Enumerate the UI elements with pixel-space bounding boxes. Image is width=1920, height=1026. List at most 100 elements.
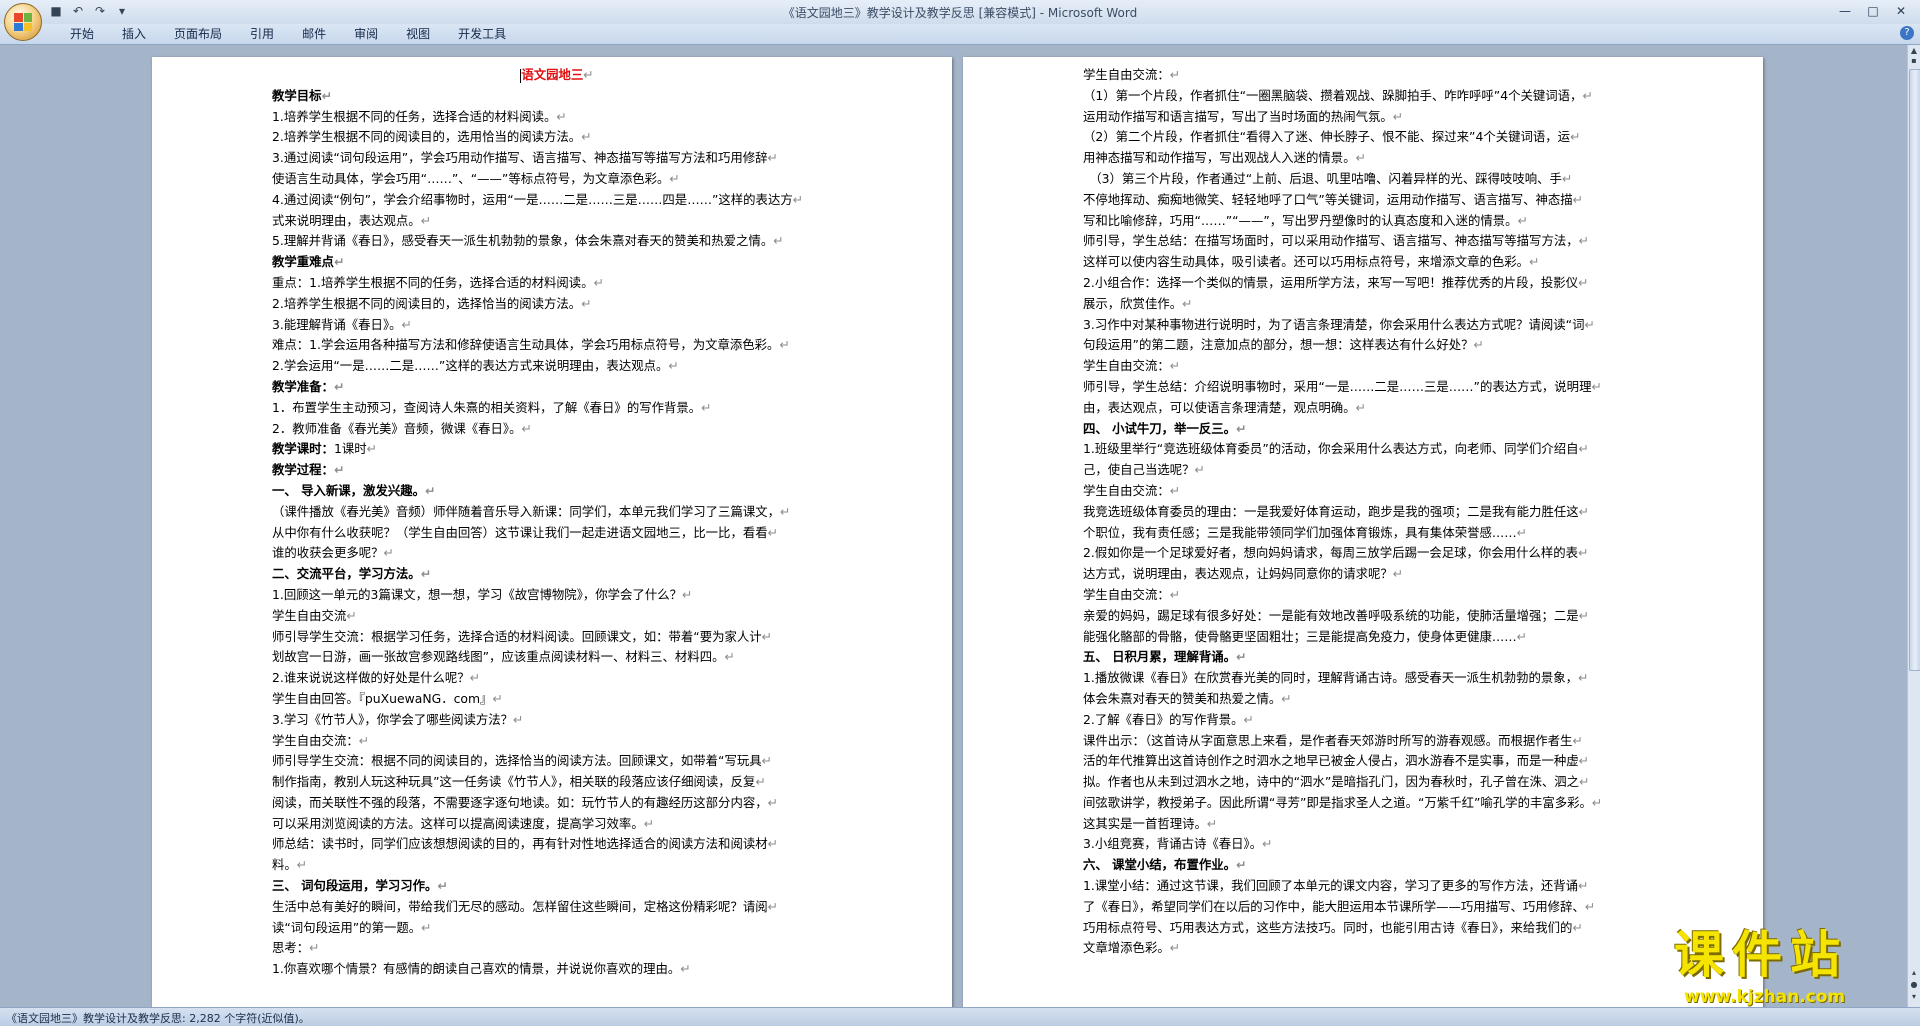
line-text: 这其实是一首哲理诗。: [1083, 815, 1207, 831]
line-text: 师引导，学生总结：在描写场面时，可以采用动作描写、语言描写、神态描写等描写方法，: [1083, 233, 1579, 249]
ruler-toggle-icon[interactable]: ▪: [1909, 55, 1919, 67]
vertical-scrollbar[interactable]: ▲ ▪ ▴ ● ▾: [1907, 45, 1920, 1007]
paragraph-mark-icon: ↵: [1355, 150, 1366, 166]
text-line: 2.学会运用“一是……二是……”这样的表达方式来说明理由，表达观点。↵: [272, 356, 842, 377]
ribbon-tab[interactable]: 开发工具: [444, 26, 520, 42]
text-line: 由，表达观点，可以使语言条理清楚，观点明确。↵: [1083, 398, 1653, 419]
text-line: 阅读，而关联性不强的段落，不需要逐字逐句地读。如：玩竹节人的有趣经历这部分内容，…: [272, 793, 842, 814]
line-text: 1.回顾这一单元的3篇课文，想一想，学习《故宫博物院》，你学会了什么？: [272, 586, 683, 602]
paragraph-mark-icon: ↵: [1206, 815, 1218, 831]
paragraph-mark-icon: ↵: [421, 919, 432, 935]
paragraph-mark-icon: ↵: [581, 295, 592, 311]
line-text: 我竞选班级体育委员的理由：一是我爱好体育运动，跑步是我的强项；二是我有能力胜任这: [1083, 503, 1579, 519]
paragraph-mark-icon: ↵: [1579, 774, 1590, 790]
line-text: 思考：: [272, 940, 310, 956]
document-page-left[interactable]: 语文园地三↵ 教学目标↵ 1.培养学生根据不同的任务，选择合适的材料阅读。↵ 2.培养…: [152, 57, 952, 1007]
text-line: 运用动作描写和语言描写，写出了当时场面的热闹气氛。↵: [1083, 107, 1653, 128]
page-content-left: 语文园地三↵ 教学目标↵ 1.培养学生根据不同的任务，选择合适的材料阅读。↵ 2.培养…: [272, 65, 842, 980]
text-line: 拟。作者也从未到过泗水之地，诗中的“泗水”是暗指孔门，因为春秋时，孔子曾在洙、泗…: [1083, 772, 1653, 793]
next-page-icon[interactable]: ▾: [1909, 991, 1919, 1003]
previous-page-icon[interactable]: ▴: [1909, 967, 1919, 979]
paragraph-mark-icon: ↵: [1182, 295, 1193, 311]
ribbon-tab[interactable]: 开始: [56, 26, 108, 42]
paragraph-mark-icon: ↵: [643, 815, 655, 831]
browse-object-icon[interactable]: ●: [1909, 979, 1919, 991]
help-icon[interactable]: ?: [1900, 26, 1914, 40]
text-line: 1.你喜欢哪个情景？有感情的朗读自己喜欢的情景，并说说你喜欢的理由。↵: [272, 959, 842, 980]
document-area[interactable]: 语文园地三↵ 教学目标↵ 1.培养学生根据不同的任务，选择合适的材料阅读。↵ 2.培养…: [0, 45, 1908, 1007]
paragraph-mark-icon: ↵: [1262, 836, 1273, 852]
close-button[interactable]: ✕: [1888, 2, 1914, 20]
line-text: 能强化骼部的骨骼，使骨骼更坚固粗壮；三是能提高免疫力，使身体更健康……: [1083, 628, 1517, 644]
text-line: 课件出示：（这首诗从字面意思上来看，是作者春天郊游时所写的游春观感。而根据作者生…: [1083, 731, 1653, 752]
ribbon-tab[interactable]: 审阅: [340, 26, 392, 42]
line-text: 1.培养学生根据不同的任务，选择合适的材料阅读。: [272, 108, 557, 124]
paragraph-mark-icon: ↵: [358, 732, 370, 748]
text-line: 使语言生动具体，学会巧用“……”、“——”等标点符号，为文章添色彩。↵: [272, 169, 842, 190]
text-line: 学生自由交流：↵: [272, 731, 842, 752]
line-text: 式来说明理由，表达观点。: [272, 212, 421, 228]
maximize-button[interactable]: □: [1860, 2, 1886, 20]
text-line: （课件播放《春光美》音频）师伴随着音乐导入新课：同学们，本单元我们学习了三篇课文…: [272, 502, 842, 523]
watermark-title: 课件站: [1674, 926, 1848, 984]
line-text: 1.班级里举行“竞选班级体育委员”的活动，你会采用什么表达方式，向老师、同学们介…: [1083, 441, 1579, 457]
minimize-button[interactable]: —: [1832, 2, 1858, 20]
text-line: 能强化骼部的骨骼，使骨骼更坚固粗壮；三是能提高免疫力，使身体更健康……↵: [1083, 627, 1653, 648]
paragraph-mark-icon: ↵: [1236, 857, 1247, 873]
heading-line: 六、 课堂小结，布置作业。↵: [1083, 855, 1653, 876]
line-text: 难点：1.学会运用各种描写方法和修辞使语言生动具体，学会巧用标点符号，为文章添色…: [272, 337, 780, 353]
paragraph-mark-icon: ↵: [593, 274, 604, 290]
line-text: 2.培养学生根据不同的阅读目的，选用恰当的阅读方法。: [272, 129, 582, 145]
paragraph-mark-icon: ↵: [1578, 753, 1590, 769]
paragraph-mark-icon: ↵: [321, 87, 332, 103]
status-bar: 《语文园地三》教学设计及教学反思: 2,282 个字符(近似值)。: [0, 1007, 1920, 1026]
document-page-right[interactable]: 学生自由交流：↵ （1）第一个片段，作者抓住“一圈黑脑袋、攒着观战、跺脚拍手、咋咋…: [963, 57, 1763, 1007]
paragraph-mark-icon: ↵: [1584, 316, 1595, 332]
ribbon-tab[interactable]: 引用: [236, 26, 288, 42]
paragraph-mark-icon: ↵: [581, 129, 592, 145]
paragraph-mark-icon: ↵: [296, 857, 308, 873]
text-line: 可以采用浏览阅读的方法。这样可以提高阅读速度，提高学习效率。↵: [272, 814, 842, 835]
text-line: 2.培养学生根据不同的阅读目的，选择恰当的阅读方法。↵: [272, 294, 842, 315]
line-text: 达方式，说明理由，表达观点，让妈妈同意你的请求呢？: [1083, 566, 1393, 582]
text-line: 师引导，学生总结：在描写场面时，可以采用动作描写、语言描写、神态描写等描写方法，…: [1083, 231, 1653, 252]
scrollbar-thumb[interactable]: [1909, 69, 1920, 671]
paragraph-mark-icon: ↵: [1392, 108, 1404, 124]
paragraph-mark-icon: ↵: [425, 482, 436, 498]
line-text: 使语言生动具体，学会巧用“……”、“——”等标点符号，为文章添色彩。: [272, 170, 670, 186]
heading-line: 教学目标↵: [272, 86, 842, 107]
paragraph-mark-icon: ↵: [333, 462, 345, 478]
paragraph-mark-icon: ↵: [1591, 794, 1603, 810]
paragraph-mark-icon: ↵: [1578, 441, 1589, 457]
paragraph-mark-icon: ↵: [1578, 878, 1589, 894]
ribbon-tab[interactable]: 页面布局: [160, 26, 236, 42]
paragraph-mark-icon: ↵: [1578, 545, 1589, 561]
office-button[interactable]: [4, 3, 42, 41]
line-text: 学生自由交流：: [1083, 67, 1170, 82]
ribbon-tab[interactable]: 视图: [392, 26, 444, 42]
paragraph-mark-icon: ↵: [513, 711, 524, 727]
paragraph-mark-icon: ↵: [767, 794, 779, 810]
line-text: 教学重难点: [272, 254, 334, 270]
paragraph-mark-icon: ↵: [1561, 170, 1573, 186]
line-text: 四、 小试牛刀，举一反三。: [1083, 420, 1237, 436]
paragraph-mark-icon: ↵: [792, 191, 804, 207]
paragraph-mark-icon: ↵: [333, 254, 345, 270]
title-bar: ■ ↶ ↷ ▾ 《语文园地三》教学设计及教学反思 [兼容模式] - Microsoft…: [0, 0, 1920, 24]
paragraph-mark-icon: ↵: [420, 212, 432, 228]
line-text: 学生自由交流：: [272, 732, 359, 748]
line-text: 亲爱的妈妈，踢足球有很多好处：一是能有效地改善呼吸系统的功能，使肺活量增强；二是: [1083, 607, 1579, 623]
line-text: 教学准备：: [272, 378, 334, 394]
line-text: 一、 导入新课，激发兴趣。: [272, 482, 426, 498]
paragraph-mark-icon: ↵: [1516, 628, 1528, 644]
line-text: 2.学会运用“一是……二是……”这样的表达方式来说明理由，表达观点。: [272, 358, 669, 374]
line-text: 重点：1.培养学生根据不同的任务，选择合适的材料阅读。: [272, 274, 594, 290]
text-line: 思考：↵: [272, 938, 842, 959]
paragraph-mark-icon: ↵: [437, 878, 448, 894]
text-line: 体会朱熹对春天的赞美和热爱之情。↵: [1083, 689, 1653, 710]
text-line: 生活中总有美好的瞬间，带给我们无尽的感动。怎样留住这些瞬间，定格这份精彩呢？请阅…: [272, 897, 842, 918]
paragraph-mark-icon: ↵: [1529, 254, 1540, 270]
paragraph-mark-icon: ↵: [755, 774, 766, 790]
ribbon-tab[interactable]: 插入: [108, 26, 160, 42]
ribbon-tab[interactable]: 邮件: [288, 26, 340, 42]
